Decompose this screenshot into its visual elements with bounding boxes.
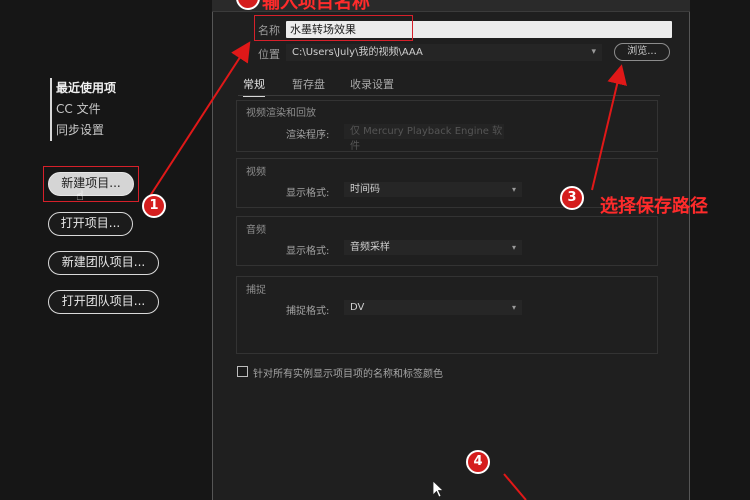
show-item-names-label: 针对所有实例显示项目项的名称和标签颜色 [253,369,443,380]
capture-format-select[interactable]: DV ▾ [344,300,522,315]
show-item-names-checkbox[interactable] [237,366,248,377]
tab-general[interactable]: 常规 [243,76,265,97]
render-group-title: 视频渲染和回放 [246,108,316,119]
highlight-frame-name [254,15,413,41]
video-format-label: 显示格式: [286,188,330,199]
audio-format-value: 音频采样 [350,242,390,253]
capture-format-label: 捕捉格式: [286,306,330,317]
mouse-pointer-icon [432,480,444,498]
recent-nav: 最近使用项 CC 文件 同步设置 [50,78,116,141]
nav-sync-settings[interactable]: 同步设置 [56,120,116,141]
background-right [690,0,750,500]
step1-annotation-text: 输入项目名称 [262,0,370,13]
chevron-down-icon: ▾ [511,303,516,312]
nav-recent[interactable]: 最近使用项 [56,78,116,99]
open-team-project-button[interactable]: 打开团队项目... [48,290,159,314]
video-format-select[interactable]: 时间码 ▾ [344,182,522,197]
video-format-value: 时间码 [350,184,380,195]
video-group-title: 视频 [246,167,266,178]
renderer-label: 渲染程序: [286,130,330,141]
capture-format-value: DV [350,302,365,313]
tab-ingest-settings[interactable]: 收录设置 [350,76,394,92]
tab-divider [238,95,660,96]
step1-badge-new-project: 1 [142,194,166,218]
audio-format-select[interactable]: 音频采样 ▾ [344,240,522,255]
step3-annotation-text: 选择保存路径 [600,196,708,217]
step4-badge: 4 [466,450,490,474]
location-label: 位置 [258,48,280,61]
chevron-down-icon: ▾ [591,47,596,57]
start-screen-sidebar: 最近使用项 CC 文件 同步设置 新建项目... ☝ 打开项目... 新建团队项… [0,0,212,500]
new-project-button[interactable]: 新建项目... [48,172,134,196]
hand-cursor-icon: ☝ [76,189,84,204]
location-value: C:\Users\July\我的视频\AAA [292,47,423,58]
chevron-down-icon: ▾ [511,185,516,194]
new-team-project-button[interactable]: 新建团队项目... [48,251,159,275]
step3-badge: 3 [560,186,584,210]
nav-cc-files[interactable]: CC 文件 [56,99,116,120]
chevron-down-icon: ▾ [511,243,516,252]
audio-group-title: 音频 [246,225,266,236]
location-select[interactable]: C:\Users\July\我的视频\AAA ▾ [286,44,602,61]
open-project-button[interactable]: 打开项目... [48,212,133,236]
audio-format-label: 显示格式: [286,246,330,257]
capture-group-title: 捕捉 [246,285,266,296]
tab-scratch-disks[interactable]: 暂存盘 [292,76,325,92]
renderer-select: 仅 Mercury Playback Engine 软件 [344,124,504,152]
browse-button[interactable]: 浏览... [614,43,670,61]
